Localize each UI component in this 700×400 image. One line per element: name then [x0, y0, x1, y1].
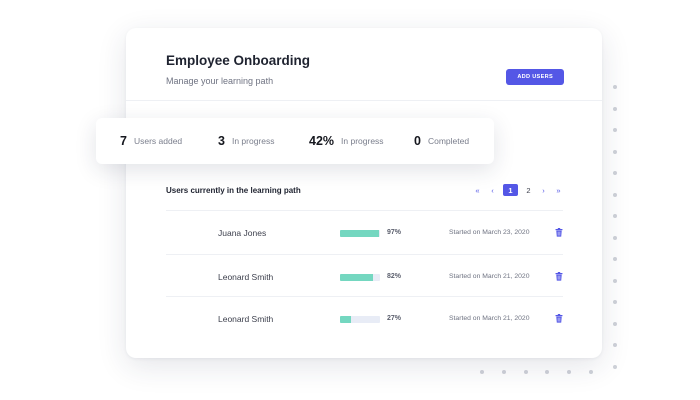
user-name: Juana Jones: [218, 228, 267, 238]
stat-in-progress-percent: 42% In progress: [309, 118, 384, 164]
dot: [613, 278, 617, 283]
last-page-button[interactable]: »: [554, 186, 563, 195]
started-date: Started on March 21, 2020: [449, 315, 530, 322]
dot: [613, 214, 617, 218]
progress-percent: 97%: [387, 229, 402, 236]
progress-fill: [340, 274, 373, 281]
progress-percent: 27%: [387, 315, 402, 322]
dot: [545, 370, 550, 374]
stat-label: Users added: [133, 136, 183, 146]
stat-value: 7: [120, 134, 127, 148]
stat-value: 0: [414, 134, 421, 148]
card-divider: [126, 100, 602, 101]
card-title: Employee Onboarding: [166, 53, 311, 68]
dot: [613, 343, 617, 347]
dot: [523, 370, 528, 374]
dot: [480, 370, 484, 374]
dot: [613, 321, 617, 326]
started-date: Started on March 21, 2020: [449, 273, 530, 280]
progress-percent: 82%: [387, 273, 402, 280]
onboarding-card: Employee Onboarding Manage your learning…: [126, 28, 602, 358]
user-name: Leonard Smith: [218, 314, 274, 324]
progress-bar: [340, 274, 380, 281]
page-2-button[interactable]: 2: [524, 186, 533, 195]
progress-bar: [340, 230, 380, 237]
user-name: Leonard Smith: [218, 272, 274, 282]
list-title: Users currently in the learning path: [166, 186, 301, 195]
dot: [567, 370, 572, 374]
trash-icon[interactable]: [555, 272, 563, 281]
trash-icon[interactable]: [555, 228, 563, 237]
dot: [613, 257, 617, 261]
dot: [613, 235, 617, 240]
table-row: Leonard Smith 82% Started on March 21, 202…: [166, 254, 563, 299]
stat-label: In progress: [341, 136, 384, 146]
decorative-dots-vertical: [611, 85, 619, 375]
decorative-dots-horizontal: [480, 368, 620, 376]
dot: [613, 106, 617, 111]
add-users-button[interactable]: ADD USERS: [506, 69, 564, 85]
stat-completed: 0 Completed: [414, 118, 469, 164]
stat-value: 3: [218, 134, 225, 148]
dot: [589, 370, 593, 374]
started-date: Started on March 23, 2020: [449, 229, 530, 236]
dot: [613, 128, 617, 132]
dot: [613, 85, 617, 89]
card-subtitle: Manage your learning path: [166, 76, 274, 86]
dot: [613, 171, 617, 175]
table-row: Juana Jones 97% Started on March 23, 2020: [166, 210, 563, 255]
prev-page-button[interactable]: ‹: [488, 186, 497, 195]
stats-panel: 7 Users added 3 In progress 42% In progr…: [96, 118, 494, 164]
dot: [501, 370, 506, 374]
stat-label: In progress: [231, 136, 275, 146]
dot: [613, 149, 617, 154]
stat-value: 42%: [309, 134, 335, 148]
page-1-button[interactable]: 1: [503, 184, 518, 196]
stat-label: Completed: [427, 136, 470, 146]
progress-bar: [340, 316, 380, 323]
stat-in-progress-count: 3 In progress: [218, 118, 274, 164]
stat-users-added: 7 Users added: [120, 118, 182, 164]
table-row: Leonard Smith 27% Started on March 21, 202…: [166, 296, 563, 341]
trash-icon[interactable]: [555, 314, 563, 323]
pagination: « ‹ 1 2 › »: [467, 184, 563, 196]
dot: [613, 300, 617, 304]
first-page-button[interactable]: «: [473, 186, 482, 195]
next-page-button[interactable]: ›: [539, 186, 548, 195]
progress-fill: [340, 316, 351, 323]
dot: [613, 192, 617, 197]
progress-fill: [340, 230, 379, 237]
